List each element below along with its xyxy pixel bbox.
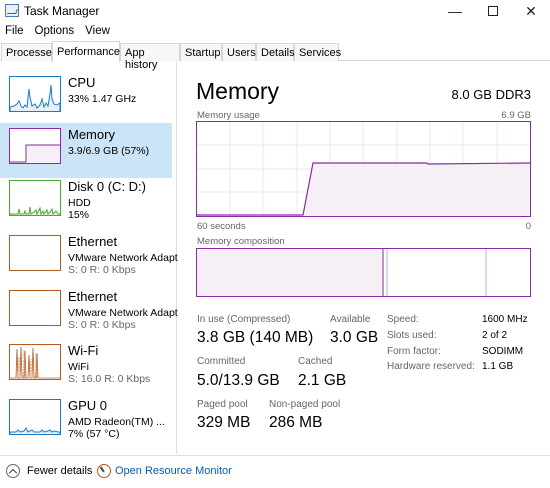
tab-bar: Processes Performance App history Startu… (0, 41, 550, 71)
resource-name: Ethernet (68, 289, 118, 304)
task-manager-icon (5, 4, 19, 17)
resource-item-wifi[interactable]: Wi-Fi WiFi S: 16.0 R: 0 Kbps (0, 339, 172, 394)
resource-detail: 3.9/6.9 GB (57%) (68, 145, 150, 157)
resource-item-ethernet-2[interactable]: Ethernet VMware Network Adapt S: 0 R: 0 … (0, 285, 178, 340)
maximize-button[interactable] (474, 0, 512, 22)
ethernet-graph-thumbnail (9, 235, 61, 271)
fewer-details-button[interactable]: Fewer details (27, 465, 92, 477)
memory-usage-graph (196, 121, 531, 217)
wifi-graph-thumbnail (9, 344, 61, 380)
usage-graph-max: 6.9 GB (501, 110, 531, 121)
speed-label: Speed: (387, 314, 419, 325)
resource-name: Wi-Fi (68, 343, 99, 358)
paged-pool-label: Paged pool (197, 399, 248, 410)
footer: Fewer details Open Resource Monitor (0, 455, 550, 488)
in-use-label: In use (Compressed) (197, 314, 291, 325)
resource-detail-2: S: 0 R: 0 Kbps (68, 264, 136, 276)
resource-item-disk[interactable]: Disk 0 (C: D:) HDD 15% (0, 175, 172, 230)
minimize-icon: — (448, 3, 462, 19)
form-factor-value: SODIMM (482, 346, 524, 357)
cpu-graph-thumbnail (9, 76, 61, 112)
committed-label: Committed (197, 356, 246, 367)
ethernet-graph-thumbnail (9, 290, 61, 326)
usage-graph-label: Memory usage (197, 110, 260, 121)
gpu-graph-thumbnail (9, 399, 61, 435)
resource-item-memory[interactable]: Memory 3.9/6.9 GB (57%) (0, 123, 172, 178)
menu-bar: File Options View (0, 22, 550, 40)
paged-pool-value: 329 MB (197, 414, 251, 431)
resource-detail: AMD Radeon(TM) ... (68, 416, 165, 428)
disk-graph-thumbnail (9, 180, 61, 216)
resource-item-cpu[interactable]: CPU 33% 1.47 GHz (0, 71, 172, 126)
chevron-up-icon[interactable] (6, 464, 20, 478)
time-axis-right: 0 (525, 221, 531, 232)
window-title: Task Manager (24, 4, 100, 18)
cached-label: Cached (298, 356, 333, 367)
hardware-reserved-label: Hardware reserved: (387, 361, 475, 372)
memory-graph-thumbnail (9, 128, 61, 164)
resource-name: CPU (68, 75, 96, 90)
menu-view[interactable]: View (80, 22, 116, 40)
resource-item-gpu[interactable]: GPU 0 AMD Radeon(TM) ... 7% (57 °C) (0, 394, 172, 449)
resource-name: GPU 0 (68, 398, 108, 413)
resource-list: CPU 33% 1.47 GHz Memory 3.9/6.9 GB (57%)… (0, 61, 178, 454)
resource-item-ethernet[interactable]: Ethernet VMware Network Adapt S: 0 R: 0 … (0, 230, 178, 285)
speed-value: 1600 MHz (482, 314, 528, 325)
cached-value: 2.1 GB (298, 372, 347, 389)
tab-users[interactable]: Users (222, 43, 256, 61)
page-title: Memory (196, 78, 280, 104)
resource-detail: 33% 1.47 GHz (68, 93, 137, 105)
available-value: 3.0 GB (330, 329, 379, 346)
minimize-button[interactable]: — (436, 0, 474, 22)
hardware-reserved-value: 1.1 GB (482, 361, 514, 372)
title-bar: Task Manager — ✕ (0, 0, 550, 22)
tab-processes[interactable]: Processes (1, 43, 57, 61)
resource-name: Disk 0 (C: D:) (68, 179, 146, 194)
resource-name: Memory (68, 127, 115, 142)
memory-composition-bar (196, 248, 531, 297)
menu-file[interactable]: File (0, 22, 30, 40)
committed-value: 5.0/13.9 GB (197, 372, 280, 389)
slots-label: Slots used: (387, 330, 437, 341)
resource-detail-2: 7% (57 °C) (68, 428, 120, 440)
in-use-value: 3.8 GB (140 MB) (197, 329, 314, 346)
resource-monitor-icon (97, 464, 111, 478)
resource-detail-2: S: 0 R: 0 Kbps (68, 319, 136, 331)
resource-detail: VMware Network Adapt (68, 307, 178, 319)
memory-spec: 8.0 GB DDR3 (451, 87, 531, 102)
non-paged-pool-label: Non-paged pool (269, 399, 341, 410)
close-icon: ✕ (525, 2, 537, 19)
non-paged-pool-value: 286 MB (269, 414, 323, 431)
tab-details[interactable]: Details (256, 43, 295, 61)
resource-detail: WiFi (68, 361, 89, 373)
tab-app-history[interactable]: App history (120, 43, 180, 71)
resource-detail-2: S: 16.0 R: 0 Kbps (68, 373, 151, 385)
composition-label: Memory composition (197, 236, 285, 247)
resource-detail: HDD (68, 197, 91, 209)
resource-detail-2: 15% (68, 209, 90, 221)
form-factor-label: Form factor: (387, 346, 441, 357)
maximize-icon (488, 6, 498, 16)
slots-value: 2 of 2 (482, 330, 508, 341)
time-axis-left: 60 seconds (197, 221, 246, 232)
available-label: Available (330, 314, 371, 325)
tab-startup[interactable]: Startup (180, 43, 222, 61)
menu-options[interactable]: Options (30, 22, 81, 40)
open-resource-monitor-link[interactable]: Open Resource Monitor (115, 465, 232, 477)
close-button[interactable]: ✕ (512, 0, 550, 22)
tab-services[interactable]: Services (294, 43, 341, 61)
resource-name: Ethernet (68, 234, 118, 249)
tab-performance[interactable]: Performance (52, 41, 120, 62)
resource-detail: VMware Network Adapt (68, 252, 178, 264)
